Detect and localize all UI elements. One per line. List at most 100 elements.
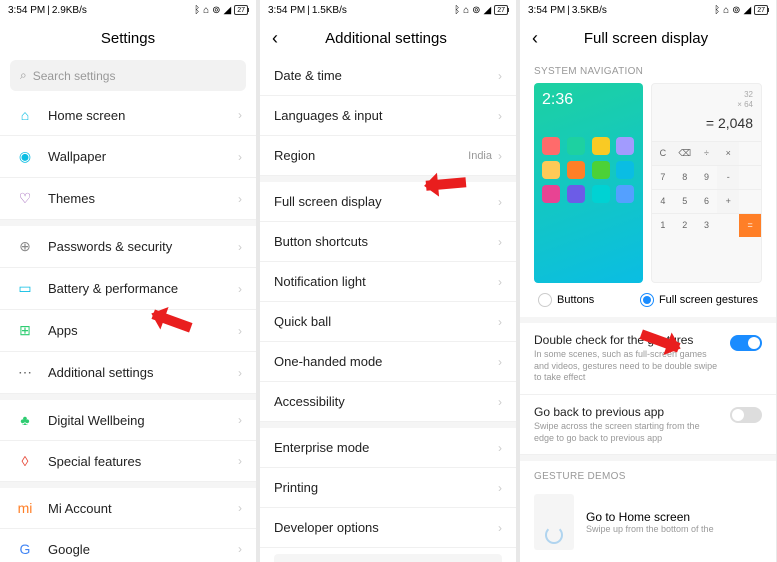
- battery-icon: 27: [234, 5, 248, 15]
- item-label: Additional settings: [48, 365, 238, 380]
- settings-item[interactable]: Button shortcuts›: [260, 222, 516, 262]
- item-label: Quick ball: [274, 314, 498, 329]
- wifi-icon: ⊚: [732, 5, 740, 16]
- chevron-right-icon: ›: [238, 108, 242, 122]
- setting-row: Go back to previous app Swipe across the …: [520, 395, 776, 455]
- toggle-switch[interactable]: [730, 335, 762, 351]
- item-icon: ⊞: [14, 322, 36, 339]
- gestures-preview[interactable]: 32× 64 = 2,048 C⌫÷× 789- 456+ 123 =: [651, 83, 762, 283]
- settings-item[interactable]: Developer options›: [260, 508, 516, 548]
- settings-item[interactable]: ♣Digital Wellbeing›: [0, 400, 256, 441]
- settings-item[interactable]: Full screen display›: [260, 182, 516, 222]
- item-label: Developer options: [274, 520, 498, 535]
- settings-item[interactable]: Printing›: [260, 468, 516, 508]
- item-icon: ◊: [14, 453, 36, 469]
- settings-item[interactable]: ⌂Home screen›: [0, 95, 256, 136]
- item-label: Special features: [48, 454, 238, 469]
- item-label: Themes: [48, 191, 238, 206]
- settings-item[interactable]: ⊕Passwords & security›: [0, 226, 256, 268]
- signal-icon: ◢: [484, 5, 492, 16]
- settings-item[interactable]: Notification light›: [260, 262, 516, 302]
- bluetooth-icon: ᛒ: [454, 5, 460, 16]
- gesture-demo-item[interactable]: Go to Home screen Swipe up from the bott…: [534, 494, 762, 550]
- settings-item[interactable]: One-handed mode›: [260, 342, 516, 382]
- settings-item[interactable]: GGoogle›: [0, 529, 256, 562]
- app-icon: [542, 137, 560, 155]
- item-label: One-handed mode: [274, 354, 498, 369]
- status-bar: 3:54 PM|2.9KB/s ᛒ⌂⊚◢27: [0, 0, 256, 20]
- settings-item[interactable]: ⋯Additional settings›: [0, 352, 256, 394]
- cast-icon: ⌂: [203, 5, 209, 16]
- item-icon: ⌂: [14, 107, 36, 123]
- item-label: Digital Wellbeing: [48, 413, 238, 428]
- settings-item[interactable]: Languages & input›: [260, 96, 516, 136]
- page-title: Full screen display: [546, 30, 746, 47]
- item-icon: ▭: [14, 280, 36, 297]
- app-icon: [592, 185, 610, 203]
- header: Settings: [0, 20, 256, 56]
- item-label: Date & time: [274, 68, 498, 83]
- settings-item[interactable]: Quick ball›: [260, 302, 516, 342]
- chevron-right-icon: ›: [238, 413, 242, 427]
- radio-icon: [538, 293, 552, 307]
- chevron-right-icon: ›: [238, 454, 242, 468]
- setting-subtitle: Swipe across the screen starting from th…: [534, 421, 762, 444]
- radio-buttons[interactable]: Buttons: [538, 293, 594, 307]
- additional-settings-list: Date & time›Languages & input›RegionIndi…: [260, 56, 516, 562]
- chevron-right-icon: ›: [238, 366, 242, 380]
- item-value: India: [468, 150, 492, 162]
- chevron-right-icon: ›: [238, 282, 242, 296]
- header: ‹ Full screen display: [520, 20, 776, 56]
- back-button[interactable]: ‹: [272, 28, 278, 49]
- navigation-radio-group: Buttons Full screen gestures: [520, 283, 776, 317]
- settings-item[interactable]: ♡ Themes›: [0, 178, 256, 220]
- app-icon: [567, 161, 585, 179]
- item-label: Full screen display: [274, 194, 498, 209]
- chevron-right-icon: ›: [238, 192, 242, 206]
- demo-title: Go to Home screen: [586, 510, 714, 524]
- wifi-icon: ⊚: [212, 5, 220, 16]
- app-icon: [616, 137, 634, 155]
- settings-item[interactable]: Enterprise mode›: [260, 428, 516, 468]
- item-icon: G: [14, 541, 36, 557]
- search-input[interactable]: ⌕ Search settings: [10, 60, 246, 91]
- status-bar: 3:54 PM|1.5KB/s ᛒ⌂⊚◢27: [260, 0, 516, 20]
- demo-subtitle: Swipe up from the bottom of the: [586, 524, 714, 534]
- chevron-right-icon: ›: [498, 521, 502, 535]
- chevron-right-icon: ›: [498, 355, 502, 369]
- settings-item[interactable]: Accessibility›: [260, 382, 516, 422]
- cast-icon: ⌂: [463, 5, 469, 16]
- status-bar: 3:54 PM|3.5KB/s ᛒ⌂⊚◢27: [520, 0, 776, 20]
- settings-item[interactable]: Date & time›: [260, 56, 516, 96]
- item-label: Printing: [274, 480, 498, 495]
- app-icon: [592, 161, 610, 179]
- search-icon: ⌕: [20, 68, 27, 83]
- settings-item[interactable]: ⊞Apps›: [0, 310, 256, 352]
- back-button[interactable]: ‹: [532, 28, 538, 49]
- signal-icon: ◢: [224, 5, 232, 16]
- settings-item[interactable]: ◉Wallpaper›: [0, 136, 256, 178]
- settings-item[interactable]: ▭Battery & performance›: [0, 268, 256, 310]
- wifi-icon: ⊚: [472, 5, 480, 16]
- app-icon: [542, 161, 560, 179]
- buttons-preview[interactable]: 2:36: [534, 83, 643, 283]
- settings-item[interactable]: RegionIndia›: [260, 136, 516, 176]
- signal-icon: ◢: [744, 5, 752, 16]
- settings-item[interactable]: miMi Account›: [0, 488, 256, 529]
- page-title: Settings: [12, 30, 244, 47]
- additional-settings-screen: 3:54 PM|1.5KB/s ᛒ⌂⊚◢27 ‹ Additional sett…: [260, 0, 516, 562]
- item-label: Apps: [48, 323, 238, 338]
- item-icon: ♡: [14, 190, 36, 207]
- chevron-right-icon: ›: [238, 542, 242, 556]
- toggle-switch[interactable]: [730, 407, 762, 423]
- full-screen-display-screen: 3:54 PM|3.5KB/s ᛒ⌂⊚◢27 ‹ Full screen dis…: [520, 0, 776, 562]
- item-label: Mi Account: [48, 501, 238, 516]
- chevron-right-icon: ›: [498, 481, 502, 495]
- chevron-right-icon: ›: [238, 240, 242, 254]
- settings-item[interactable]: ◊ Special features›: [0, 441, 256, 482]
- item-label: Button shortcuts: [274, 234, 498, 249]
- section-label: GESTURE DEMOS: [520, 461, 776, 488]
- setting-title: Go back to previous app: [534, 405, 762, 419]
- radio-full-screen-gestures[interactable]: Full screen gestures: [640, 293, 758, 307]
- item-icon: ◉: [14, 148, 36, 165]
